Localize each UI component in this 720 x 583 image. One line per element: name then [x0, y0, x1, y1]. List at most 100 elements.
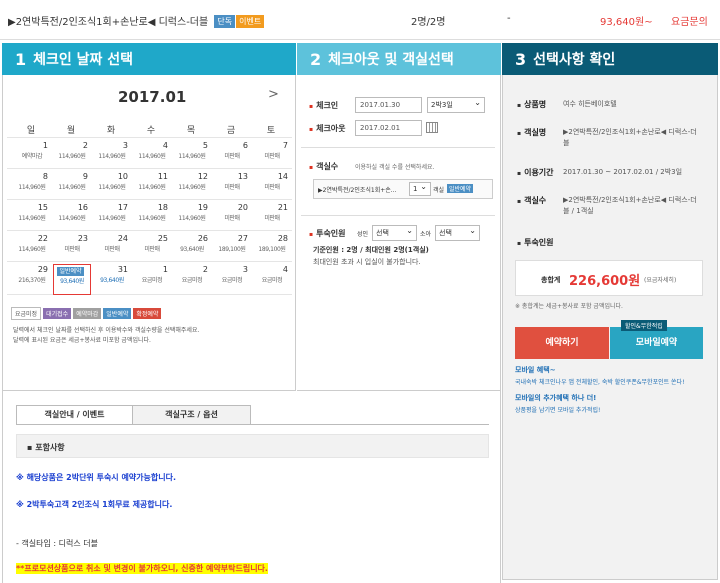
day-price: 미판매: [264, 215, 280, 222]
day-price: 93,640원: [100, 277, 124, 284]
tax-note: ※ 총합계는 세금+봉사료 포함 금액입니다.: [515, 303, 623, 310]
calendar-icon[interactable]: [426, 122, 438, 133]
dash-text: -: [507, 13, 511, 24]
day-price: 114,960원: [178, 215, 206, 222]
calendar-day[interactable]: 3 요금미정: [213, 264, 251, 295]
day-price: 요금미정: [181, 277, 203, 284]
calendar-day[interactable]: 31 93,640원: [93, 264, 131, 295]
calendar-day[interactable]: 11 114,960원: [133, 171, 171, 202]
next-month-icon[interactable]: >: [268, 87, 279, 102]
calendar-day[interactable]: 9 114,960원: [53, 171, 91, 202]
checkin-input[interactable]: 2017.01.30: [355, 97, 422, 113]
day-number: 21: [277, 203, 288, 212]
calendar-day[interactable]: 22 114,960원: [13, 233, 51, 264]
info-line-2: ※ 2박투숙고객 2인조식 1회무료 제공합니다.: [16, 500, 173, 509]
calendar-day[interactable]: 17 114,960원: [93, 202, 131, 233]
calendar-day[interactable]: 26 93,640원: [173, 233, 211, 264]
day-number: 13: [237, 172, 248, 181]
info-tabs: 객실안내 / 이벤트 객실구조 / 옵션: [16, 405, 489, 425]
calendar-day[interactable]: 23 미판매: [53, 233, 91, 264]
calendar-day[interactable]: 1 요금미정: [133, 264, 171, 295]
calendar-day[interactable]: 5 114,960원: [173, 140, 211, 171]
checkout-panel: 체크인 2017.01.30 2박3일 체크아웃 2017.02.01 객실수 …: [297, 75, 501, 391]
calendar-day[interactable]: 18 114,960원: [133, 202, 171, 233]
calendar-day[interactable]: 20 미판매: [213, 202, 251, 233]
mobile-reserve-button[interactable]: 모바일예약: [610, 327, 703, 359]
calendar-day[interactable]: 4 요금미정: [253, 264, 291, 295]
room-qty-select[interactable]: 1: [409, 181, 431, 196]
day-number: 31: [117, 265, 128, 274]
calendar-day[interactable]: 2 요금미정: [173, 264, 211, 295]
calendar-day[interactable]: 14 미판매: [253, 171, 291, 202]
calendar-day[interactable]: 27 189,100원: [213, 233, 251, 264]
calendar-day[interactable]: 12 114,960원: [173, 171, 211, 202]
calendar-day[interactable]: 3 114,960원: [93, 140, 131, 171]
weekday-3: 수: [146, 126, 156, 136]
child-select[interactable]: 선택: [435, 224, 480, 241]
day-price: 114,960원: [18, 215, 46, 222]
day-price: 114,960원: [138, 184, 166, 191]
day-price: 미판매: [224, 184, 240, 191]
room-unit: 객실: [433, 187, 445, 194]
calendar-day[interactable]: 6 미판매: [213, 140, 251, 171]
total-box: 총합계 226,600원 (요금자세히): [515, 260, 703, 296]
calendar-day[interactable]: 16 114,960원: [53, 202, 91, 233]
mobile-discount-badge: 할인&무한적립: [621, 320, 667, 331]
day-number: 19: [197, 203, 208, 212]
adult-label: 성인: [357, 231, 369, 238]
nights-select[interactable]: 2박3일: [427, 96, 485, 113]
room-label: 객실명: [517, 128, 546, 137]
calendar-day[interactable]: 7 미판매: [253, 140, 291, 171]
calendar-day[interactable]: 19 114,960원: [173, 202, 211, 233]
legend-item: 요금미정: [11, 307, 42, 320]
calendar-day[interactable]: 15 114,960원: [13, 202, 51, 233]
fav-title: 모바일의 추가혜택 하나 더!: [515, 394, 597, 402]
rooms-label: 객실수: [309, 161, 338, 172]
calendar-day[interactable]: 24 미판매: [93, 233, 131, 264]
day-price: 미판매: [264, 153, 280, 160]
calendar-day[interactable]: 28 189,100원: [253, 233, 291, 264]
calendar-day[interactable]: 4 114,960원: [133, 140, 171, 171]
day-number: 5: [202, 141, 208, 150]
reserve-button[interactable]: 예약하기: [515, 327, 609, 359]
summary-count: 객실수: [517, 195, 546, 206]
day-number: 2: [82, 141, 88, 150]
day-number: 18: [157, 203, 168, 212]
summary-guests: 투숙인원: [517, 237, 554, 248]
calendar-note: 달력에서 체크인 날짜를 선택하신 후 이용박수와 객실수량을 선택해주세요. …: [13, 326, 199, 346]
warning-text: **프로모션상품으로 취소 및 변경이 불가하오니, 신중한 예약부탁드립니다.: [16, 563, 268, 574]
calendar-day[interactable]: 29 216,370원: [13, 264, 51, 295]
price-detail-link[interactable]: (요금자세히): [644, 275, 676, 284]
adult-select[interactable]: 선택: [372, 224, 417, 241]
legend-item: 확정예약: [133, 308, 162, 319]
room-title[interactable]: ▶2연박특전/2인조식1회+손난로◀ 디럭스-더블 단독 이벤트: [8, 13, 265, 28]
day-tag: 일반예약: [57, 267, 84, 276]
day-number: 15: [37, 203, 48, 212]
day-number: 28: [277, 234, 288, 243]
checkin-label: 체크인: [309, 100, 338, 111]
tab-room-structure[interactable]: 객실구조 / 옵션: [133, 405, 251, 425]
day-number: 20: [237, 203, 248, 212]
room-row-name: ▶2연박특전/2인조식1회+손...: [318, 187, 397, 194]
day-price: 114,960원: [18, 246, 46, 253]
day-number: 일반예약: [54, 265, 90, 276]
calendar-note-line-2: 달력에 표시된 요금은 세금+봉사료 미포함 금액입니다.: [13, 337, 151, 344]
calendar-day[interactable]: 13 미판매: [213, 171, 251, 202]
product-value: 여수 히든베이호텔: [563, 100, 617, 108]
calendar-day[interactable]: 일반예약 93,640원: [53, 264, 91, 295]
calendar-day[interactable]: 2 114,960원: [53, 140, 91, 171]
calendar-day[interactable]: 21 미판매: [253, 202, 291, 233]
weekday-5: 금: [226, 126, 236, 136]
price-inquiry-link[interactable]: 요금문의: [671, 13, 708, 28]
day-number: 17: [117, 203, 128, 212]
product-label: 상품명: [517, 100, 546, 109]
calendar-day[interactable]: 1 예약마감: [13, 140, 51, 171]
calendar-day[interactable]: 10 114,960원: [93, 171, 131, 202]
calendar-day[interactable]: 25 미판매: [133, 233, 171, 264]
day-price: 114,960원: [18, 184, 46, 191]
step-1-label: 체크인 날짜 선택: [33, 52, 134, 68]
tab-room-info[interactable]: 객실안내 / 이벤트: [16, 405, 133, 425]
step-2-number: 2: [310, 49, 322, 69]
checkout-input[interactable]: 2017.02.01: [355, 120, 422, 136]
calendar-day[interactable]: 8 114,960원: [13, 171, 51, 202]
